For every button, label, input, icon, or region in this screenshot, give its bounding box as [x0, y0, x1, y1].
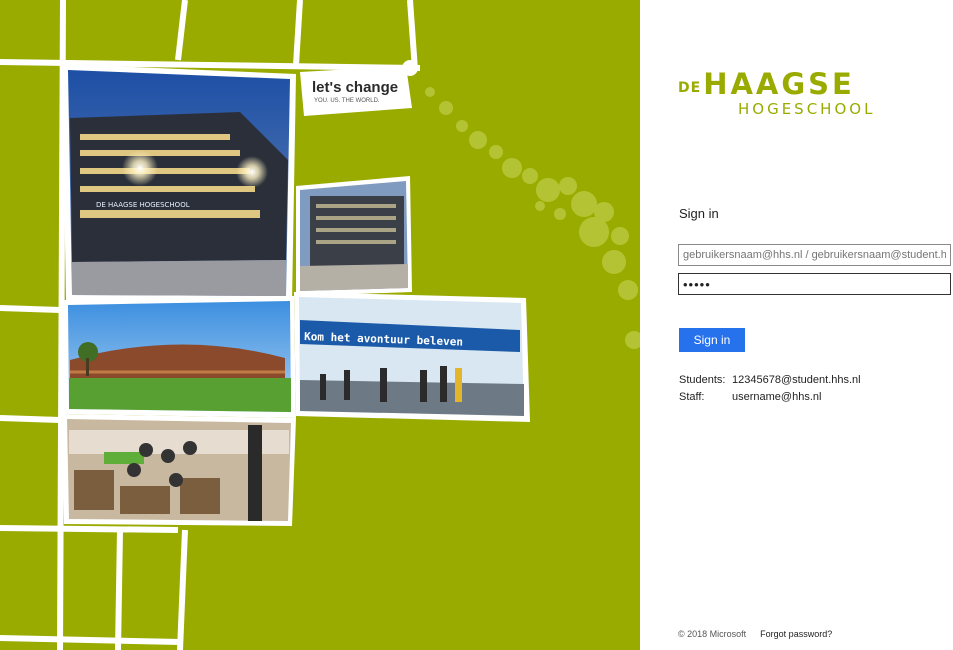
photo-building-side	[296, 176, 412, 296]
signin-heading: Sign in	[679, 206, 719, 221]
photo-atrium-banner: Kom het avontuur beleven	[294, 292, 530, 422]
illustration-canvas: DE HAAGSE HOGESCHOOL Kom het avontuur be…	[0, 0, 640, 650]
staff-hint: Staff: username@hhs.nl	[679, 391, 821, 403]
photo-lounge	[62, 414, 296, 526]
illustration-panel: DE HAAGSE HOGESCHOOL Kom het avontuur be…	[0, 0, 640, 650]
logo-main-text: HAAGSE	[703, 67, 855, 101]
logo-sub-text: HOGESCHOOL	[738, 100, 876, 118]
students-hint-label: Students:	[679, 374, 726, 386]
students-hint: Students: 12345678@student.hhs.nl	[679, 374, 861, 386]
username-input[interactable]	[678, 244, 951, 266]
staff-hint-label: Staff:	[679, 391, 705, 403]
staff-hint-value: username@hhs.nl	[732, 391, 822, 403]
building-sign-text: DE HAAGSE HOGESCHOOL	[96, 201, 190, 209]
tagline-main-text: let's change	[312, 79, 398, 96]
signin-panel: DEHAAGSE HOGESCHOOL Sign in Sign in Stud…	[640, 0, 953, 650]
footer: © 2018 Microsoft Forgot password?	[678, 629, 832, 639]
photo-sports-arena	[62, 296, 296, 418]
forgot-password-link[interactable]: Forgot password?	[760, 629, 832, 639]
photo-building-night: DE HAAGSE HOGESCHOOL	[62, 64, 296, 302]
logo-prefix: DE	[678, 80, 702, 96]
hhs-logo: DEHAAGSE HOGESCHOOL	[678, 68, 875, 118]
signin-button[interactable]: Sign in	[679, 328, 745, 352]
password-input[interactable]	[678, 273, 951, 295]
tagline-sub-text: YOU. US. THE WORLD.	[314, 98, 380, 104]
copyright-text: © 2018 Microsoft	[678, 629, 747, 639]
students-hint-value: 12345678@student.hhs.nl	[732, 374, 861, 386]
